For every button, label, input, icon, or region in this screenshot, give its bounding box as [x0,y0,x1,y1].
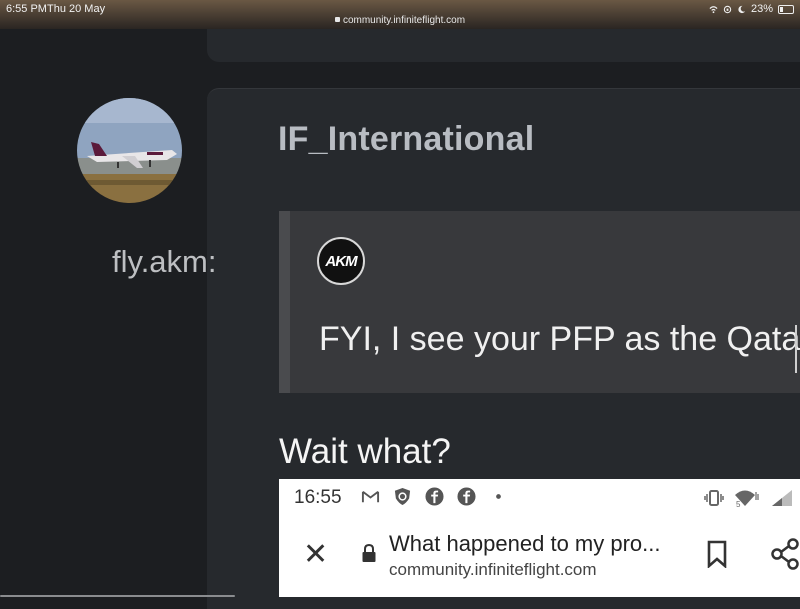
airplane-photo-icon [77,98,182,203]
battery-icon [778,4,794,14]
moon-icon [738,5,746,13]
status-bar: 6:55 PM Thu 20 May community.infinitefli… [0,0,800,29]
lock-icon [334,17,340,22]
embedded-screenshot: 16:55 5 ✕ What happened to my pro... com… [279,479,800,597]
facebook-icon [425,487,444,506]
quote-author[interactable]: fly.akm: [112,244,217,280]
address-url: community.infiniteflight.com [342,15,466,26]
home-indicator [0,595,235,597]
phone-page-title: What happened to my pro... [389,531,661,556]
previous-post-card [207,29,800,62]
akm-logo: AKM [325,252,357,270]
svg-text:5: 5 [736,500,741,508]
dot-icon [496,494,501,499]
share-icon[interactable] [771,538,800,570]
gmail-icon [361,490,380,503]
close-icon[interactable]: ✕ [303,540,328,570]
quote-block: AKM FYI, I see your PFP as the Qata [279,211,800,393]
vibrate-icon [704,490,724,506]
lock-icon [362,544,376,562]
bookmark-icon[interactable] [706,540,728,568]
orientation-lock-icon [723,5,732,13]
address-bar[interactable]: community.infiniteflight.com [0,15,800,26]
wifi-icon: 5 [735,490,759,508]
post-username[interactable]: IF_International [278,120,534,159]
quote-text: FYI, I see your PFP as the Qata [319,320,800,358]
wifi-icon [709,5,718,13]
status-indicators: 23% [709,3,794,15]
status-time: 6:55 PM [6,3,47,15]
phone-system-icons: 5 [704,488,796,508]
shield-c-icon [394,487,411,506]
signal-icon [772,490,792,506]
battery-percent: 23% [750,3,773,15]
quote-border [279,211,290,393]
post-body-text: Wait what? [279,432,451,471]
phone-time: 16:55 [294,487,342,508]
facebook-icon [457,487,476,506]
phone-page-url: community.infiniteflight.com [389,560,597,579]
text-cursor [795,325,797,373]
phone-notifications [361,487,508,506]
status-date: Thu 20 May [47,3,106,15]
quote-author-avatar[interactable]: AKM [317,237,365,285]
user-avatar[interactable] [77,98,182,203]
